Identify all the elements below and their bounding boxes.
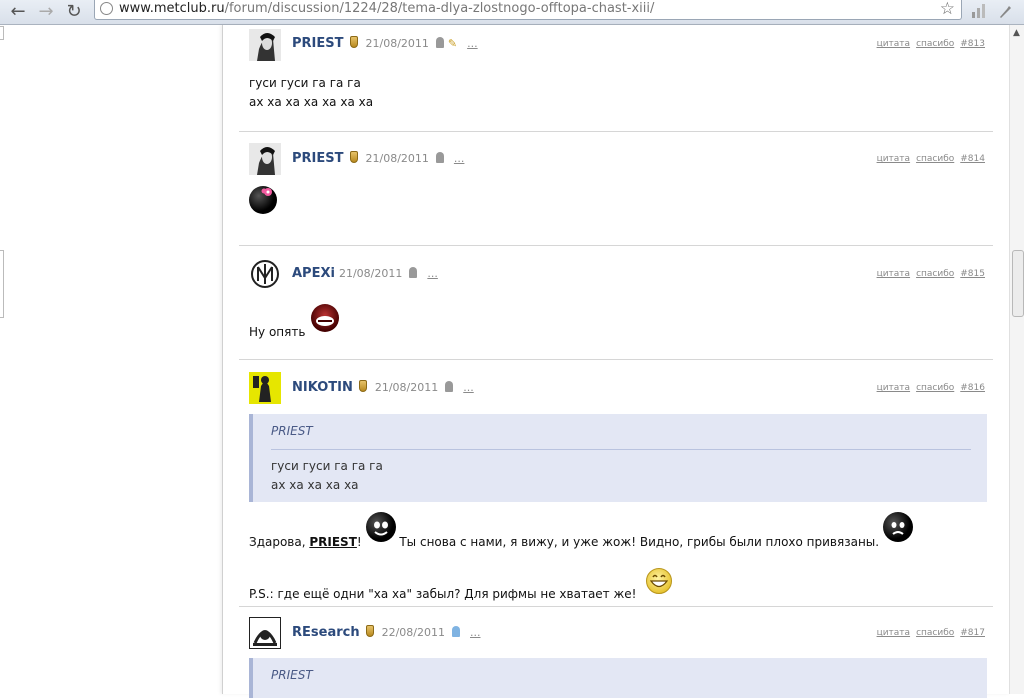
author-link[interactable]: PRIEST (292, 151, 344, 166)
post-text: Ну опять (249, 325, 306, 339)
post-number-link[interactable]: #817 (960, 628, 985, 638)
bomb-smiley-icon (365, 512, 396, 542)
address-url: www.metclub.ru/forum/discussion/1224/28/… (119, 1, 655, 16)
avatar[interactable] (248, 616, 282, 650)
post-number-link[interactable]: #815 (960, 269, 985, 279)
post-text-line: P.S.: где ещё одни "ха ха" забыл? Для ри… (249, 568, 989, 604)
quote-link[interactable]: цитата (877, 269, 911, 279)
post-header: APEXi 21/08/2011... (292, 266, 438, 281)
forum-post: REsearch 22/08/2011... цитата спасибо #817 … (239, 607, 993, 698)
author-link[interactable]: NIKOTIN (292, 380, 353, 395)
more-link[interactable]: ... (454, 152, 465, 165)
more-link[interactable]: ... (467, 37, 478, 50)
scroll-up-icon[interactable]: ▲ (1013, 28, 1020, 38)
pencil-icon[interactable]: ✎ (448, 37, 457, 50)
quote-link[interactable]: цитата (877, 628, 911, 638)
page-info-icon[interactable] (100, 2, 113, 15)
post-body: Ну опять (249, 304, 340, 342)
avatar[interactable] (249, 29, 281, 61)
browser-toolbar: ← → ↻ www.metclub.ru/forum/discussion/12… (0, 0, 1024, 25)
user-profile-icon[interactable] (435, 152, 444, 163)
post-date: 21/08/2011 (365, 37, 429, 50)
post-number-link[interactable]: #816 (960, 383, 985, 393)
avatar[interactable] (249, 143, 281, 175)
quote-author: PRIEST (271, 668, 313, 682)
author-link[interactable]: APEXi (292, 266, 335, 281)
quote-link[interactable]: цитата (877, 154, 911, 164)
grin-smiley-icon (646, 568, 673, 594)
left-edge-marker (0, 250, 4, 318)
bomb-smiley-icon (249, 186, 277, 214)
post-actions: цитата спасибо #815 (871, 269, 985, 279)
quote-divider (271, 449, 971, 450)
quote-link[interactable]: цитата (877, 39, 911, 49)
quote-block: PRIEST (249, 658, 987, 698)
quote-block: PRIEST гуси гуси га га га ах ха ха ха ха (249, 414, 987, 502)
more-link[interactable]: ... (470, 626, 481, 639)
more-link[interactable]: ... (427, 267, 438, 280)
post-text-line: ах ха ха ха ха ха ха (249, 95, 374, 109)
medal-icon (358, 380, 367, 392)
post-actions: цитата спасибо #814 (871, 154, 985, 164)
post-actions: цитата спасибо #817 (871, 628, 985, 638)
forum-content: PRIEST 21/08/2011 ✎... цитата спасибо #813 г… (222, 25, 1010, 698)
medal-icon (365, 625, 374, 637)
forum-post: APEXi 21/08/2011... цитата спасибо #815 Ну … (239, 246, 993, 360)
forward-icon[interactable]: → (36, 2, 56, 22)
post-header: REsearch 22/08/2011... (292, 625, 481, 640)
wrench-icon[interactable] (996, 2, 1012, 20)
forum-post: PRIEST 21/08/2011... цитата спасибо #814 (239, 132, 993, 246)
post-header: PRIEST 21/08/2011 ✎... (292, 36, 478, 51)
post-date: 21/08/2011 (338, 267, 403, 280)
post-date: 22/08/2011 (381, 626, 445, 639)
quote-line: ах ха ха ха ха (271, 478, 359, 492)
quote-link[interactable]: цитата (877, 383, 911, 393)
thanks-link[interactable]: спасибо (916, 154, 954, 164)
post-body (249, 186, 277, 214)
quote-author: PRIEST (271, 424, 313, 438)
quote-text: гуси гуси га га га ах ха ха ха ха (271, 457, 383, 495)
mention-link[interactable]: PRIEST (309, 535, 357, 549)
user-profile-icon[interactable] (435, 37, 444, 48)
medal-icon (349, 151, 358, 163)
post-number-link[interactable]: #813 (960, 39, 985, 49)
avatar[interactable] (249, 372, 281, 404)
forum-post: NIKOTIN 21/08/2011... цитата спасибо #816 P… (239, 360, 993, 607)
address-bar[interactable]: www.metclub.ru/forum/discussion/1224/28/… (94, 0, 962, 20)
post-date: 21/08/2011 (374, 381, 439, 394)
thanks-link[interactable]: спасибо (916, 383, 954, 393)
user-profile-icon[interactable] (445, 381, 454, 392)
thanks-link[interactable]: спасибо (916, 39, 954, 49)
left-edge-marker (0, 26, 4, 40)
back-icon[interactable]: ← (8, 2, 28, 22)
thanks-link[interactable]: спасибо (916, 269, 954, 279)
post-actions: цитата спасибо #813 (871, 39, 985, 49)
post-text-line: Здарова, PRIEST! Ты снова с нами, я вижу… (249, 512, 989, 552)
forum-post: PRIEST 21/08/2011 ✎... цитата спасибо #813 г… (239, 25, 993, 132)
post-body: гуси гуси га га га ах ха ха ха ха ха ха (249, 74, 373, 112)
medal-icon (349, 36, 358, 48)
more-link[interactable]: ... (463, 381, 474, 394)
stats-icon[interactable] (970, 2, 986, 20)
post-header: PRIEST 21/08/2011... (292, 151, 464, 166)
user-profile-icon[interactable] (452, 626, 460, 637)
quote-line: гуси гуси га га га (271, 459, 383, 473)
avatar[interactable] (249, 258, 281, 290)
sad-bomb-smiley-icon (882, 512, 913, 542)
post-body: Здарова, PRIEST! Ты снова с нами, я вижу… (249, 512, 989, 604)
author-link[interactable]: REsearch (292, 625, 360, 640)
reload-icon[interactable]: ↻ (64, 2, 84, 22)
user-profile-icon[interactable] (409, 267, 418, 278)
angry-smiley-icon (311, 304, 340, 332)
post-number-link[interactable]: #814 (960, 154, 985, 164)
scrollbar-thumb[interactable] (1012, 250, 1024, 317)
bookmark-star-icon[interactable]: ☆ (940, 0, 955, 19)
author-link[interactable]: PRIEST (292, 36, 344, 51)
thanks-link[interactable]: спасибо (916, 628, 954, 638)
post-text-line: гуси гуси га га га (249, 76, 361, 90)
post-actions: цитата спасибо #816 (871, 383, 985, 393)
post-header: NIKOTIN 21/08/2011... (292, 380, 474, 395)
vertical-scrollbar[interactable]: ▲ (1009, 25, 1024, 694)
post-date: 21/08/2011 (365, 152, 429, 165)
